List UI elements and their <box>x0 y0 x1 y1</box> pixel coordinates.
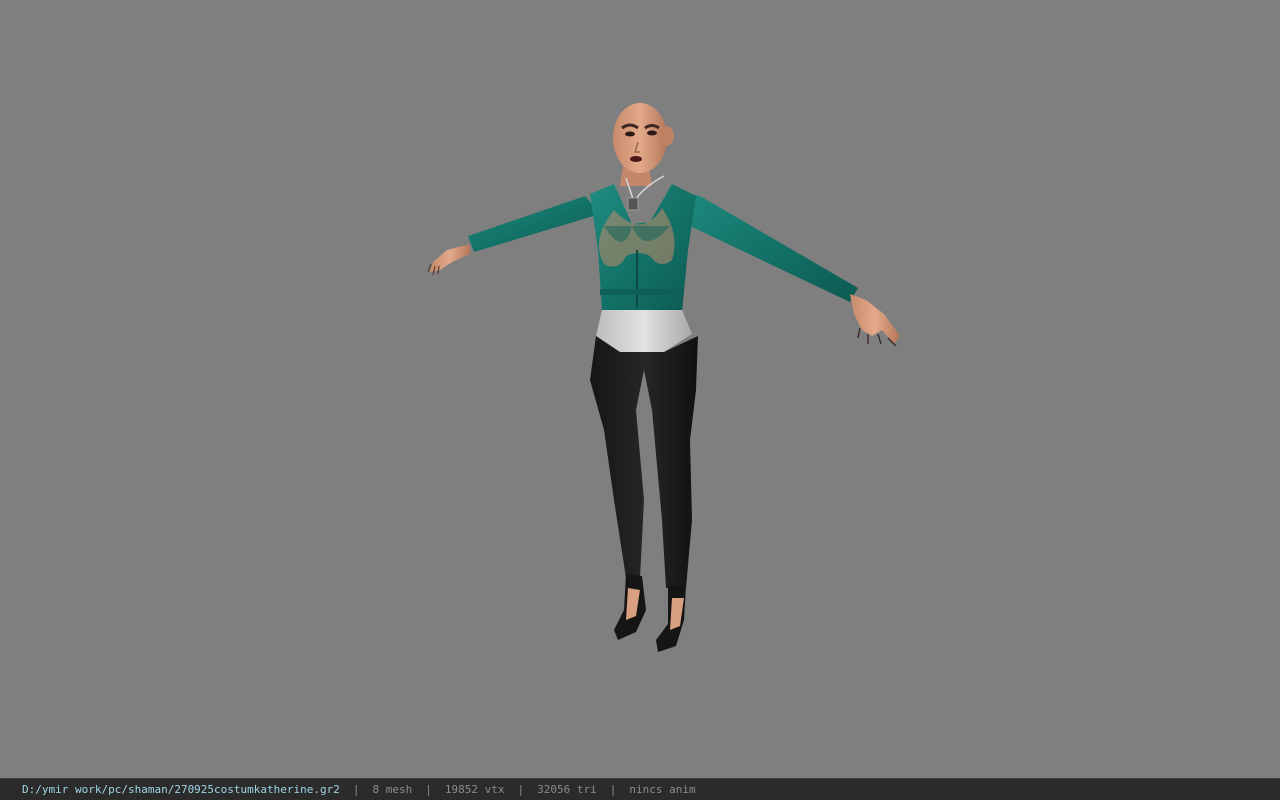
triangle-count: 32056 tri <box>537 783 597 796</box>
status-bar: D:/ymir work/pc/shaman/270925costumkathe… <box>0 778 1280 800</box>
pants <box>590 336 698 588</box>
cardigan <box>590 184 696 312</box>
3d-viewport[interactable] <box>0 0 1280 778</box>
file-path: D:/ymir work/pc/shaman/270925costumkathe… <box>22 783 340 796</box>
separator: | <box>352 783 360 796</box>
left-arm <box>427 196 600 276</box>
separator: | <box>517 783 525 796</box>
character-model[interactable] <box>0 0 1280 778</box>
right-arm <box>672 190 900 347</box>
animation-status: nincs anim <box>629 783 696 796</box>
vertex-count: 19852 vtx <box>444 783 505 796</box>
mesh-count: 8 mesh <box>372 783 413 796</box>
head <box>613 103 674 186</box>
separator: | <box>425 783 432 796</box>
separator: | <box>609 783 617 796</box>
